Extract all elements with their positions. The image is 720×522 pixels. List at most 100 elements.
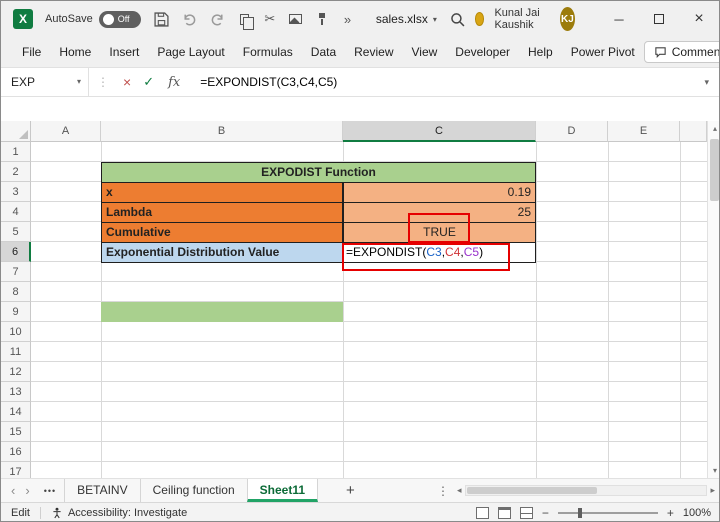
status-bar-right: − + 100% <box>475 506 711 520</box>
accessibility-status[interactable]: Accessibility: Investigate <box>51 507 187 519</box>
row-header-10[interactable]: 10 <box>1 322 31 342</box>
zoom-in-icon[interactable]: + <box>667 506 674 520</box>
picture-icon[interactable] <box>289 10 303 28</box>
search-icon[interactable] <box>450 10 465 28</box>
row-header-11[interactable]: 11 <box>1 342 31 362</box>
cut-icon[interactable]: ✂ <box>263 10 276 28</box>
horizontal-scrollbar-track[interactable] <box>464 485 708 496</box>
horizontal-scrollbar-thumb[interactable] <box>466 487 597 494</box>
row-header-9[interactable]: 9 <box>1 302 31 322</box>
sheet-tab-sheet11[interactable]: Sheet11 <box>246 479 319 502</box>
previous-sheet-icon[interactable]: ‹ <box>11 483 15 498</box>
cell-C3[interactable]: 0.19 <box>343 182 536 203</box>
all-sheets-icon[interactable]: ••• <box>44 486 56 496</box>
avatar[interactable]: KJ <box>559 7 575 31</box>
excel-logo-icon[interactable]: X <box>13 9 33 29</box>
row-header-2[interactable]: 2 <box>1 162 31 182</box>
column-header-c[interactable]: C <box>343 121 536 142</box>
autosave-toggle[interactable]: AutoSave Off <box>45 10 141 28</box>
menu-tab-page-layout[interactable]: Page Layout <box>148 37 233 67</box>
menu-tab-view[interactable]: View <box>403 37 447 67</box>
horizontal-scrollbar[interactable]: ◂ ▸ <box>457 485 715 496</box>
save-icon[interactable] <box>154 10 169 28</box>
sheet-tab-ceiling-function[interactable]: Ceiling function <box>139 479 247 502</box>
row-header-8[interactable]: 8 <box>1 282 31 302</box>
more-commands-icon[interactable]: » <box>341 10 354 28</box>
menu-tab-help[interactable]: Help <box>519 37 562 67</box>
row-header-6[interactable]: 6 <box>1 242 31 262</box>
normal-view-icon[interactable] <box>475 506 489 519</box>
scroll-left-icon[interactable]: ◂ <box>457 485 462 496</box>
name-box[interactable]: EXP ▾ <box>1 68 89 96</box>
row-header-12[interactable]: 12 <box>1 362 31 382</box>
expand-formula-bar-icon[interactable]: ▾ <box>704 77 709 88</box>
menu-tab-data[interactable]: Data <box>302 37 345 67</box>
scroll-right-icon[interactable]: ▸ <box>710 485 715 496</box>
row-header-13[interactable]: 13 <box>1 382 31 402</box>
format-painter-icon[interactable] <box>315 10 328 28</box>
column-header-e[interactable]: E <box>608 121 680 142</box>
user-name[interactable]: Kunal Jai Kaushik <box>494 7 549 31</box>
column-header-a[interactable]: A <box>31 121 101 142</box>
zoom-percent[interactable]: 100% <box>683 507 711 519</box>
menu-tab-review[interactable]: Review <box>345 37 402 67</box>
page-break-view-icon[interactable] <box>519 506 533 519</box>
sheet-tab-betainv[interactable]: BETAINV <box>64 479 139 502</box>
insert-function-icon[interactable]: fx <box>168 75 180 90</box>
column-header-f[interactable] <box>680 121 707 142</box>
redo-icon[interactable] <box>210 10 225 28</box>
confirm-entry-icon[interactable]: ✓ <box>143 74 154 90</box>
menu-tab-home[interactable]: Home <box>50 37 100 67</box>
new-sheet-icon[interactable]: + <box>346 482 355 499</box>
column-header-d[interactable]: D <box>536 121 608 142</box>
page-layout-view-icon[interactable] <box>497 506 511 519</box>
undo-icon[interactable] <box>182 10 197 28</box>
row-header-17[interactable]: 17 <box>1 462 31 478</box>
vertical-scrollbar[interactable]: ▴ ▾ <box>707 121 719 478</box>
row-header-16[interactable]: 16 <box>1 442 31 462</box>
cell-B2[interactable]: EXPODIST Function <box>101 162 536 183</box>
menu-tab-file[interactable]: File <box>13 37 50 67</box>
row-header-7[interactable]: 7 <box>1 262 31 282</box>
ribbon-tabs: File Home Insert Page Layout Formulas Data Rev… <box>1 37 644 67</box>
cell-B4[interactable]: Lambda <box>101 202 343 223</box>
row-header-14[interactable]: 14 <box>1 402 31 422</box>
row-header-3[interactable]: 3 <box>1 182 31 202</box>
cancel-entry-icon[interactable]: × <box>123 74 131 90</box>
menu-tab-formulas[interactable]: Formulas <box>234 37 302 67</box>
maximize-button[interactable] <box>639 1 679 37</box>
copy-icon[interactable] <box>238 10 254 30</box>
close-button[interactable]: × <box>679 1 719 37</box>
cell-B9[interactable] <box>101 302 343 322</box>
menu-tab-power-pivot[interactable]: Power Pivot <box>562 37 644 67</box>
row-header-1[interactable]: 1 <box>1 142 31 162</box>
scroll-down-icon[interactable]: ▾ <box>708 463 719 478</box>
vertical-scrollbar-thumb[interactable] <box>710 139 719 201</box>
presence-badge-icon <box>474 12 485 26</box>
cell-B3[interactable]: x <box>101 182 343 203</box>
row-header-15[interactable]: 15 <box>1 422 31 442</box>
sheet-tab-bar: ‹ › ••• BETAINV Ceiling function Sheet11 +… <box>1 478 719 502</box>
row-header-5[interactable]: 5 <box>1 222 31 242</box>
menubar: File Home Insert Page Layout Formulas Data Rev… <box>1 37 719 67</box>
zoom-out-icon[interactable]: − <box>542 506 549 520</box>
next-sheet-icon[interactable]: › <box>25 483 29 498</box>
column-header-b[interactable]: B <box>101 121 343 142</box>
document-title[interactable]: sales.xlsx ▾ <box>376 12 437 26</box>
cell-B6[interactable]: Exponential Distribution Value <box>101 242 343 263</box>
row-header-4[interactable]: 4 <box>1 202 31 222</box>
formula-input[interactable]: =EXPONDIST(C3,C4,C5) <box>200 75 337 89</box>
formula-bar-resize-handle[interactable]: ⋮ <box>97 75 109 89</box>
cell-B5[interactable]: Cumulative <box>101 222 343 243</box>
zoom-slider[interactable] <box>557 507 658 518</box>
autosave-switch[interactable]: Off <box>98 10 141 28</box>
comments-button[interactable]: Comments <box>643 41 719 63</box>
menu-tab-developer[interactable]: Developer <box>446 37 519 67</box>
minimize-button[interactable]: ─ <box>599 1 639 37</box>
tab-bar-menu-icon[interactable]: ⋮ <box>437 484 449 498</box>
zoom-slider-thumb[interactable] <box>577 507 582 518</box>
autosave-state: Off <box>117 14 130 24</box>
scroll-up-icon[interactable]: ▴ <box>708 121 719 136</box>
menu-tab-insert[interactable]: Insert <box>100 37 148 67</box>
select-all-corner[interactable] <box>1 121 31 142</box>
